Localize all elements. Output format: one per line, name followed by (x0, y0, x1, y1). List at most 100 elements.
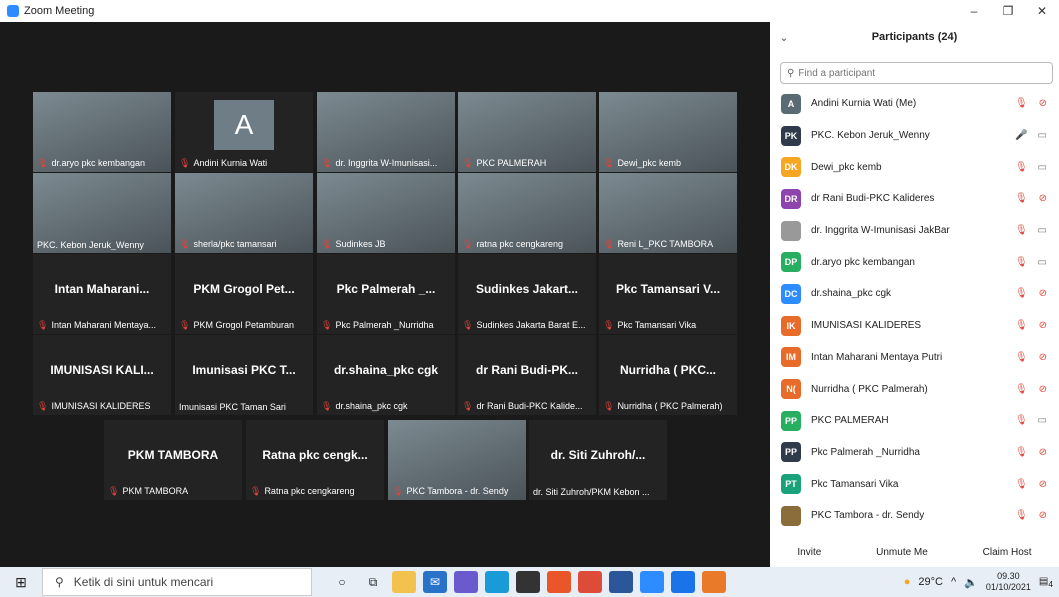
participant-row[interactable]: IK IMUNISASI KALIDERES 🎙 ⊘ (770, 310, 1059, 342)
video-off-icon: ⊘ (1038, 510, 1047, 522)
mic-muted-icon: 🎙 (1015, 256, 1028, 268)
video-off-icon: ⊘ (1038, 383, 1047, 395)
file-explorer-icon[interactable] (392, 571, 416, 593)
participant-search-input[interactable] (798, 67, 1029, 79)
participant-tile[interactable]: PKM TAMBORA 🎙 PKM TAMBORA (104, 420, 242, 500)
participant-row[interactable]: PP Pkc Palmerah _Nurridha 🎙 ⊘ (770, 437, 1059, 469)
tray-chevron-icon[interactable]: ^ (951, 576, 956, 588)
video-icon: ▭ (1037, 415, 1047, 427)
participant-tile[interactable]: 🎙 Dewi_pkc kemb (599, 92, 737, 172)
participant-row[interactable]: PT Pkc Tamansari Vika 🎙 ⊘ (770, 468, 1059, 500)
tile-name-label: 🎙 Pkc Palmerah _Nurridha (321, 320, 453, 331)
zoom-app-icon (7, 5, 19, 17)
participant-row[interactable]: N(Nurridha ( PKC Palmerah) 🎙 ⊘ (770, 373, 1059, 405)
participant-tile[interactable]: Intan Maharani... 🎙 Intan Maharani Mentaya… (33, 254, 171, 334)
paint-icon[interactable] (702, 571, 726, 593)
participant-tile[interactable]: Nurridha ( PKC... 🎙 Nurridha ( PKC Palmera… (599, 335, 737, 415)
zoom-taskbar-icon[interactable] (640, 571, 664, 593)
muted-mic-icon: 🎙 (37, 320, 49, 330)
participant-tile[interactable]: 🎙 Reni L_PKC TAMBORA (599, 173, 737, 253)
participant-tile[interactable]: 🎙 Sudinkes JB (317, 173, 455, 253)
participant-tile[interactable]: 🎙 dr.aryo pkc kembangan (33, 92, 171, 172)
maximize-button[interactable]: ❐ (991, 0, 1025, 22)
camera-icon[interactable] (671, 571, 695, 593)
participant-row[interactable]: dr. Inggrita W-Imunisasi JakBar 🎙 ▭ (770, 215, 1059, 247)
tile-label-text: PKM TAMBORA (122, 486, 189, 496)
participant-status-icons: 🎙 ⊘ (1015, 447, 1059, 458)
participant-tile[interactable]: Sudinkes Jakart... 🎙 Sudinkes Jakarta Bara… (458, 254, 596, 334)
clock[interactable]: 09.30 01/10/2021 (986, 571, 1031, 593)
participant-row[interactable]: DK Dewi_pkc kemb 🎙 ▭ (770, 151, 1059, 183)
mail-icon[interactable]: ✉ (423, 571, 447, 593)
mic-muted-icon: 🎙 (1015, 478, 1028, 490)
invite-button[interactable]: Invite (797, 547, 821, 558)
muted-mic-icon: 🎙 (321, 401, 333, 411)
mic-icon: 🎤 (1015, 130, 1028, 142)
mic-muted-icon: 🎙 (1015, 446, 1028, 458)
chrome-icon[interactable] (578, 571, 602, 593)
participant-tile[interactable]: Pkc Palmerah _... 🎙 Pkc Palmerah _Nurridha (317, 254, 455, 334)
claim-host-button[interactable]: Claim Host (983, 547, 1032, 558)
participant-tile[interactable]: Pkc Tamansari V... 🎙 Pkc Tamansari Vika (599, 254, 737, 334)
muted-mic-icon: 🎙 (321, 239, 333, 249)
participant-avatar (781, 220, 801, 241)
participant-row[interactable]: DR dr Rani Budi-PKC Kalideres 🎙 ⊘ (770, 183, 1059, 215)
collapse-chevron-icon[interactable]: ⌄ (770, 31, 798, 44)
participant-tile[interactable]: IMUNISASI KALI... 🎙 IMUNISASI KALIDERES (33, 335, 171, 415)
participant-row[interactable]: DP dr.aryo pkc kembangan 🎙 ▭ (770, 246, 1059, 278)
photos-icon[interactable] (454, 571, 478, 593)
participant-row[interactable]: IM Intan Maharani Mentaya Putri 🎙 ⊘ (770, 342, 1059, 374)
participant-avatar: DR (781, 188, 801, 209)
participant-name: PKC Tambora - dr. Sendy (811, 510, 925, 522)
participant-row[interactable]: PK PKC. Kebon Jeruk_Wenny 🎤 ▭ (770, 120, 1059, 152)
taskbar-search[interactable]: ⚲ Ketik di sini untuk mencari (42, 568, 312, 596)
participant-tile[interactable]: A 🎙 Andini Kurnia Wati (175, 92, 313, 172)
participant-tile[interactable]: 🎙 ratna pkc cengkareng (458, 173, 596, 253)
participant-row[interactable]: A Andini Kurnia Wati (Me) 🎙 ⊘ (770, 88, 1059, 120)
tile-name-label: 🎙 IMUNISASI KALIDERES (37, 401, 169, 412)
participant-tile[interactable]: PKM Grogol Pet... 🎙 PKM Grogol Petamburan (175, 254, 313, 334)
muted-mic-icon: 🎙 (321, 320, 333, 330)
task-view-icon[interactable]: ⧉ (361, 571, 385, 593)
participant-name: IMUNISASI KALIDERES (811, 320, 922, 332)
tile-display-name: PKM TAMBORA (127, 448, 219, 462)
participant-tile[interactable]: dr. Siti Zuhroh/... dr. Siti Zuhroh/PKM K… (529, 420, 667, 500)
participant-tile[interactable]: PKC. Kebon Jeruk_Wenny (33, 173, 171, 253)
participant-tile[interactable]: 🎙 PKC Tambora - dr. Sendy (388, 420, 526, 500)
minimize-button[interactable]: – (957, 0, 991, 22)
participant-row[interactable]: PP PKC PALMERAH 🎙 ▭ (770, 405, 1059, 437)
video-off-icon: ⊘ (1038, 320, 1047, 332)
unmute-me-button[interactable]: Unmute Me (876, 547, 928, 558)
speaker-icon[interactable]: 🔈 (964, 576, 978, 589)
muted-mic-icon: 🎙 (321, 158, 333, 168)
cortana-icon[interactable]: ○ (330, 571, 354, 593)
participant-row[interactable]: DC dr.shaina_pkc cgk 🎙 ⊘ (770, 278, 1059, 310)
participant-tile[interactable]: dr Rani Budi-PK... 🎙 dr Rani Budi-PKC Kali… (458, 335, 596, 415)
muted-mic-icon: 🎙 (250, 486, 262, 496)
participant-tile[interactable]: Imunisasi PKC T... Imunisasi PKC Taman Sa… (175, 335, 313, 415)
participant-tile[interactable]: 🎙 sherla/pkc tamansari (175, 173, 313, 253)
office-icon[interactable] (547, 571, 571, 593)
participant-search[interactable]: ⚲ (780, 62, 1053, 84)
notification-icon[interactable]: ▤4 (1039, 576, 1053, 589)
close-button[interactable]: ✕ (1025, 0, 1059, 22)
tile-name-label: 🎙 Nurridha ( PKC Palmerah) (603, 401, 735, 412)
participant-tile[interactable]: dr.shaina_pkc cgk 🎙 dr.shaina_pkc cgk (317, 335, 455, 415)
edge-icon[interactable] (485, 571, 509, 593)
muted-mic-icon: 🎙 (179, 320, 191, 330)
participant-name: Pkc Palmerah _Nurridha (811, 446, 920, 458)
participant-name: dr. Inggrita W-Imunisasi JakBar (811, 225, 950, 237)
start-button[interactable]: ⊞ (0, 574, 42, 591)
participant-avatar: PK (781, 125, 801, 146)
participant-status-icons: 🎙 ⊘ (1015, 510, 1059, 521)
tile-label-text: Pkc Tamansari Vika (617, 320, 697, 330)
weather-temp[interactable]: 29°C (918, 576, 943, 588)
participant-tile[interactable]: 🎙 dr. Inggrita W-Imunisasi... (317, 92, 455, 172)
mic-muted-icon: 🎙 (1015, 161, 1028, 173)
participant-avatar: DP (781, 252, 801, 273)
participant-row[interactable]: PKC Tambora - dr. Sendy 🎙 ⊘ (770, 500, 1059, 532)
participant-tile[interactable]: Ratna pkc cengk... 🎙 Ratna pkc cengkareng (246, 420, 384, 500)
participant-tile[interactable]: 🎙 PKC PALMERAH (458, 92, 596, 172)
word-icon[interactable] (609, 571, 633, 593)
store-icon[interactable] (516, 571, 540, 593)
